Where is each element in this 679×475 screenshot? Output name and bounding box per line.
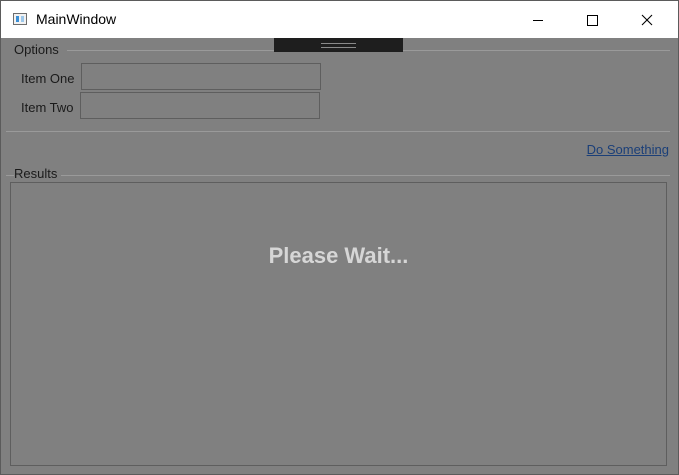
title-bar[interactable]: MainWindow	[1, 1, 678, 38]
item-one-input[interactable]	[81, 63, 321, 90]
results-panel: Please Wait...	[10, 182, 667, 466]
app-window-icon	[13, 13, 27, 25]
minimize-icon	[533, 20, 543, 21]
item-one-label: Item One	[21, 71, 75, 86]
maximize-button[interactable]	[569, 1, 615, 38]
item-two-input[interactable]	[80, 92, 320, 119]
client-area: Options Item One Item Two Do Something R…	[1, 38, 678, 474]
minimize-button[interactable]	[515, 1, 561, 38]
options-group-border	[67, 50, 274, 51]
grip-handle-icon[interactable]	[321, 43, 356, 48]
close-icon	[641, 14, 653, 26]
do-something-link[interactable]: Do Something	[587, 142, 669, 157]
options-group-label: Options	[14, 42, 59, 57]
debug-toolbar[interactable]	[274, 38, 403, 52]
please-wait-message: Please Wait...	[268, 243, 409, 268]
item-two-label: Item Two	[21, 100, 74, 115]
window-title: MainWindow	[36, 11, 117, 27]
options-group-border-right	[403, 50, 670, 51]
results-top-border	[6, 175, 670, 176]
maximize-icon	[587, 15, 598, 26]
options-separator	[6, 131, 670, 132]
results-group-label: Results	[14, 166, 62, 181]
close-button[interactable]	[624, 1, 670, 38]
main-window: MainWindow Options Item One Item Two Do …	[0, 0, 679, 475]
